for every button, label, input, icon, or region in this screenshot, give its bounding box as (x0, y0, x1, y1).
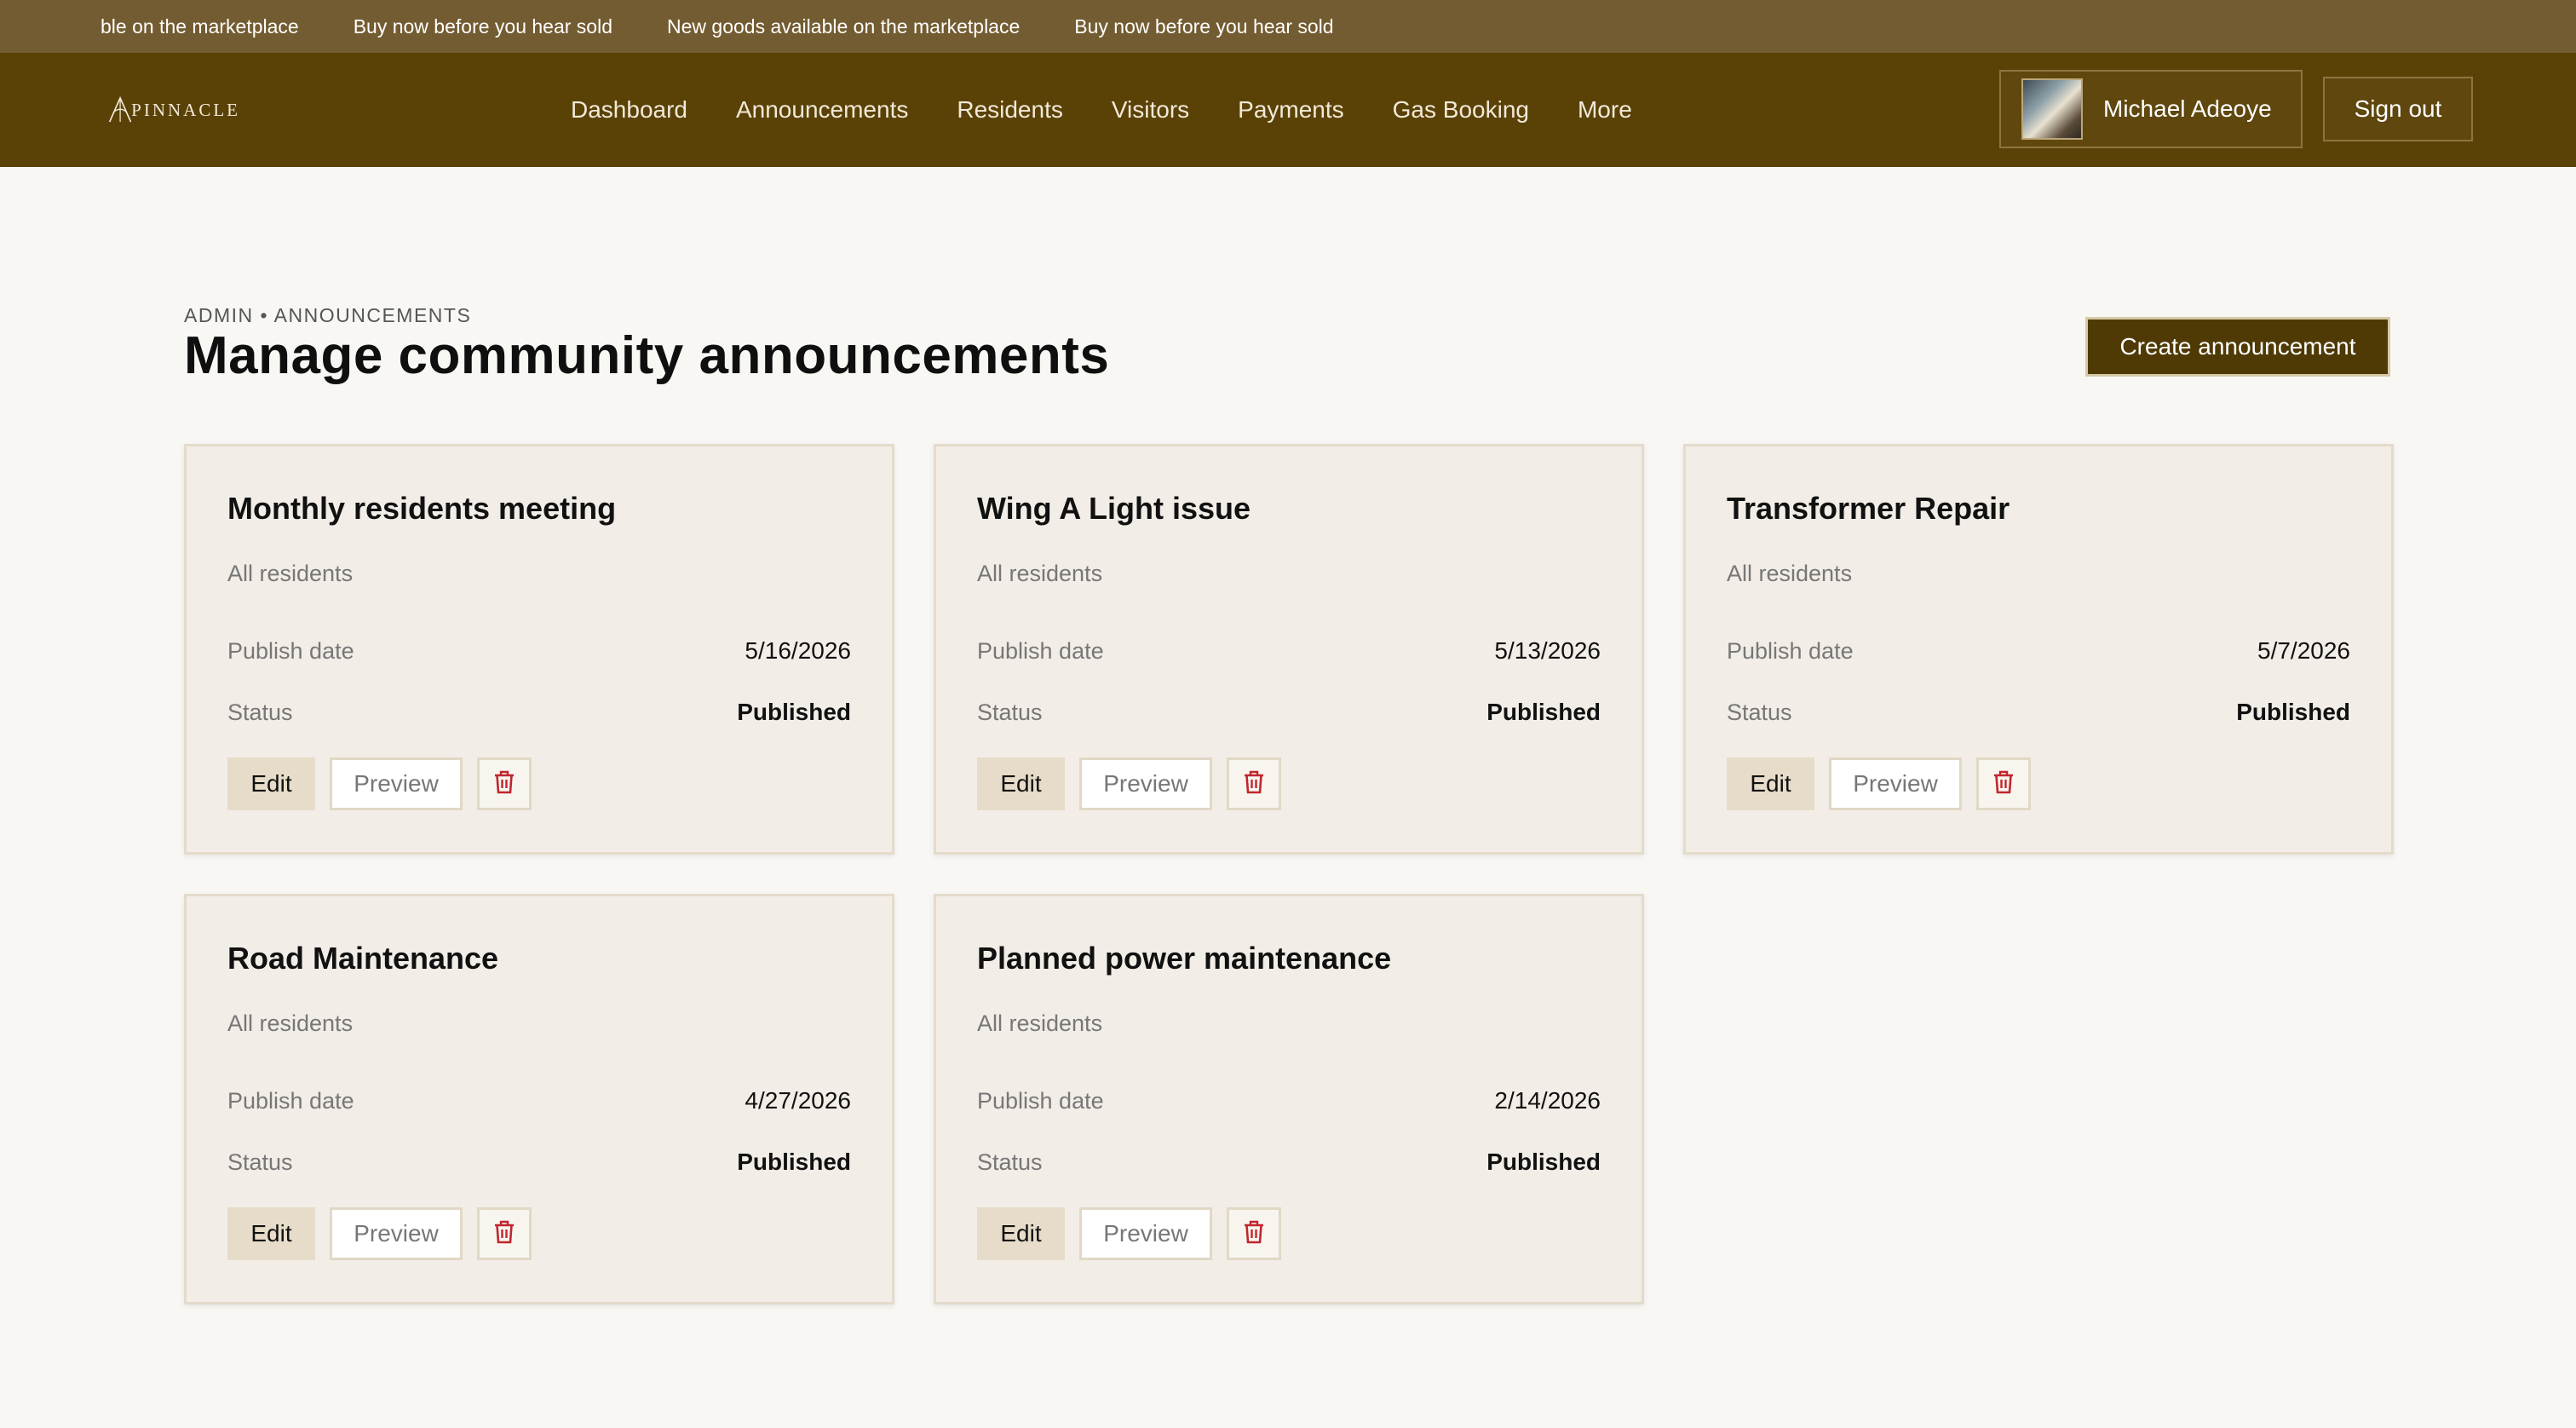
status-value: Published (2236, 699, 2350, 725)
announcement-audience: All residents (1727, 561, 1853, 586)
announcement-card: Monthly residents meeting All residents Pu… (184, 444, 894, 855)
announcement-card: Wing A Light issue All residents Publish d… (934, 444, 1644, 855)
nav-payments[interactable]: Payments (1238, 96, 1344, 124)
card-actions: Edit Preview (227, 1207, 532, 1260)
trash-icon (1242, 769, 1266, 799)
delete-button[interactable] (1227, 757, 1281, 810)
publish-date-row: Publish date 4/27/2026 (227, 1084, 851, 1118)
nav-more[interactable]: More (1578, 96, 1632, 124)
status-row: Status Published (227, 695, 851, 729)
card-actions: Edit Preview (977, 1207, 1281, 1260)
edit-button[interactable]: Edit (227, 1207, 315, 1260)
status-value: Published (737, 699, 851, 725)
delete-button[interactable] (1227, 1207, 1281, 1260)
publish-date-value: 5/16/2026 (745, 637, 851, 664)
nav-visitors[interactable]: Visitors (1112, 96, 1189, 124)
delete-button[interactable] (477, 1207, 532, 1260)
publish-date-label: Publish date (977, 637, 1104, 664)
preview-button[interactable]: Preview (1079, 757, 1212, 810)
nav-dashboard[interactable]: Dashboard (571, 96, 687, 124)
ticker-item[interactable]: New goods available on the marketplace (667, 15, 1020, 38)
status-value: Published (737, 1149, 851, 1175)
nav-residents[interactable]: Residents (957, 96, 1063, 124)
page-title: Manage community announcements (184, 326, 1110, 385)
publish-date-label: Publish date (977, 1087, 1104, 1114)
announcement-card: Transformer Repair All residents Publish d… (1683, 444, 2394, 855)
trash-icon (492, 769, 516, 799)
announcement-audience: All residents (977, 1011, 1103, 1036)
preview-button[interactable]: Preview (330, 757, 463, 810)
ticker-item[interactable]: Buy now before you hear sold (354, 15, 612, 38)
status-label: Status (227, 1149, 293, 1175)
brand-logo[interactable]: PINNACLE (104, 89, 240, 131)
publish-date-row: Publish date 5/7/2026 (1727, 634, 2350, 668)
announcement-audience: All residents (227, 561, 354, 586)
sign-out-button[interactable]: Sign out (2323, 77, 2473, 141)
status-row: Status Published (227, 1145, 851, 1179)
announcement-title: Transformer Repair (1727, 491, 2010, 526)
nav-gas-booking[interactable]: Gas Booking (1393, 96, 1529, 124)
edit-button[interactable]: Edit (977, 757, 1065, 810)
status-label: Status (977, 699, 1043, 725)
preview-button[interactable]: Preview (1079, 1207, 1212, 1260)
delete-button[interactable] (1976, 757, 2031, 810)
publish-date-label: Publish date (1727, 637, 1854, 664)
announcement-card: Road Maintenance All residents Publish dat… (184, 894, 894, 1304)
publish-date-row: Publish date 5/16/2026 (227, 634, 851, 668)
delete-button[interactable] (477, 757, 532, 810)
announcement-card: Planned power maintenance All residents Pu… (934, 894, 1644, 1304)
edit-button[interactable]: Edit (227, 757, 315, 810)
trash-icon (492, 1219, 516, 1249)
status-label: Status (1727, 699, 1792, 725)
announcement-audience: All residents (227, 1011, 354, 1036)
publish-date-value: 5/7/2026 (2257, 637, 2350, 664)
edit-button[interactable]: Edit (1727, 757, 1814, 810)
marquee-ticker: ble on the marketplace Buy now before yo… (0, 0, 2576, 53)
status-value: Published (1486, 1149, 1601, 1175)
user-name: Michael Adeoye (2103, 95, 2272, 122)
nav-announcements[interactable]: Announcements (736, 96, 908, 124)
create-announcement-button[interactable]: Create announcement (2085, 317, 2390, 377)
status-value: Published (1486, 699, 1601, 725)
preview-button[interactable]: Preview (330, 1207, 463, 1260)
card-actions: Edit Preview (977, 757, 1281, 810)
publish-date-row: Publish date 5/13/2026 (977, 634, 1601, 668)
announcement-title: Wing A Light issue (977, 491, 1251, 526)
ticker-item[interactable]: Buy now before you hear sold (1074, 15, 1333, 38)
trash-icon (1992, 769, 2015, 799)
publish-date-value: 4/27/2026 (745, 1087, 851, 1114)
status-row: Status Published (1727, 695, 2350, 729)
publish-date-label: Publish date (227, 1087, 354, 1114)
card-actions: Edit Preview (1727, 757, 2031, 810)
announcement-title: Planned power maintenance (977, 941, 1392, 976)
publish-date-value: 2/14/2026 (1494, 1087, 1601, 1114)
status-label: Status (227, 699, 293, 725)
breadcrumb: ADMIN • ANNOUNCEMENTS (184, 304, 472, 326)
edit-button[interactable]: Edit (977, 1207, 1065, 1260)
ticker-item[interactable]: ble on the marketplace (101, 15, 299, 38)
avatar (2021, 78, 2083, 140)
announcement-title: Monthly residents meeting (227, 491, 617, 526)
ticker-track: ble on the marketplace Buy now before yo… (101, 0, 1389, 53)
status-row: Status Published (977, 1145, 1601, 1179)
publish-date-row: Publish date 2/14/2026 (977, 1084, 1601, 1118)
logo-text: PINNACLE (131, 99, 240, 120)
announcement-audience: All residents (977, 561, 1103, 586)
announcement-title: Road Maintenance (227, 941, 499, 976)
card-actions: Edit Preview (227, 757, 532, 810)
status-row: Status Published (977, 695, 1601, 729)
status-label: Status (977, 1149, 1043, 1175)
user-profile-button[interactable]: Michael Adeoye (1999, 70, 2303, 148)
trash-icon (1242, 1219, 1266, 1249)
top-navbar: PINNACLE Dashboard Announcements Residen… (0, 53, 2576, 167)
publish-date-label: Publish date (227, 637, 354, 664)
preview-button[interactable]: Preview (1829, 757, 1962, 810)
main-nav: Dashboard Announcements Residents Visito… (571, 53, 1681, 167)
publish-date-value: 5/13/2026 (1494, 637, 1601, 664)
